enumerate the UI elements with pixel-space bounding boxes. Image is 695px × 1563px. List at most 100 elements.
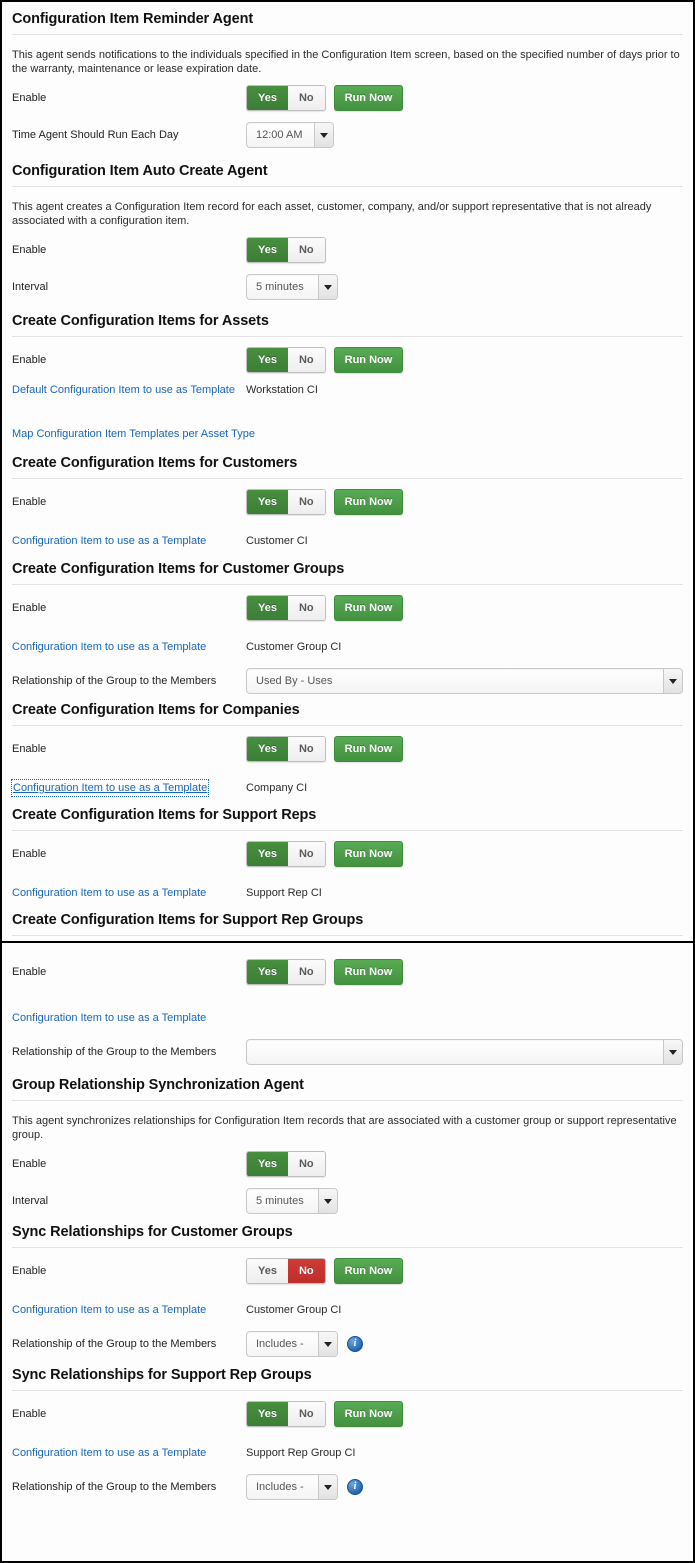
row-enable: Enable Yes No Run Now — [12, 726, 683, 772]
toggle-yes[interactable]: Yes — [247, 1152, 288, 1176]
run-now-button[interactable]: Run Now — [333, 1401, 404, 1427]
section-group-relationship-sync-agent: Group Relationship Synchronization Agent… — [2, 1070, 693, 1220]
ci-template-link[interactable]: Configuration Item to use as a Template — [12, 640, 246, 654]
toggle-yes[interactable]: Yes — [247, 1259, 288, 1283]
row-enable: Enable Yes No — [12, 232, 683, 268]
relationship-select[interactable]: Includes - — [246, 1474, 338, 1500]
relationship-label: Relationship of the Group to the Members — [12, 1338, 217, 1350]
info-icon[interactable]: i — [347, 1336, 363, 1352]
toggle-no[interactable]: No — [287, 348, 325, 372]
interval-select[interactable]: 5 minutes — [246, 274, 338, 300]
enable-toggle[interactable]: Yes No — [246, 841, 326, 867]
enable-toggle[interactable]: Yes No — [246, 1151, 326, 1177]
row-enable: Enable Yes No Run Now — [12, 831, 683, 877]
chevron-down-icon[interactable] — [318, 1475, 337, 1499]
enable-toggle[interactable]: Yes No — [246, 1401, 326, 1427]
row-enable: Enable Yes No Run Now — [12, 80, 683, 116]
enable-label: Enable — [12, 848, 47, 860]
toggle-no[interactable]: No — [287, 238, 325, 262]
toggle-no[interactable]: No — [287, 86, 325, 110]
toggle-yes[interactable]: Yes — [247, 1402, 288, 1426]
section-create-ci-customer-groups: Create Configuration Items for Customer … — [2, 557, 693, 699]
toggle-yes[interactable]: Yes — [247, 490, 288, 514]
toggle-no[interactable]: No — [287, 960, 325, 984]
toggle-yes[interactable]: Yes — [247, 842, 288, 866]
run-now-button[interactable]: Run Now — [333, 347, 404, 373]
enable-toggle[interactable]: Yes No — [246, 595, 326, 621]
toggle-yes[interactable]: Yes — [247, 960, 288, 984]
toggle-yes[interactable]: Yes — [247, 737, 288, 761]
toggle-yes[interactable]: Yes — [247, 86, 288, 110]
ci-template-link[interactable]: Configuration Item to use as a Template — [12, 1303, 246, 1317]
run-now-button[interactable]: Run Now — [333, 959, 404, 985]
enable-toggle[interactable]: Yes No — [246, 347, 326, 373]
toggle-no[interactable]: No — [287, 1402, 325, 1426]
relationship-value: Used By - Uses — [256, 675, 333, 687]
info-icon[interactable]: i — [347, 1479, 363, 1495]
toggle-yes[interactable]: Yes — [247, 596, 288, 620]
chevron-down-icon[interactable] — [318, 1189, 337, 1213]
enable-control-group: Yes No — [246, 237, 326, 263]
ci-template-link[interactable]: Configuration Item to use as a Template — [12, 886, 246, 900]
enable-toggle[interactable]: Yes No — [246, 489, 326, 515]
interval-select[interactable]: 5 minutes — [246, 1188, 338, 1214]
page-title: Configuration Item Reminder Agent — [12, 11, 254, 27]
time-agent-select[interactable]: 12:00 AM — [246, 122, 334, 148]
ci-template-link-cell: Configuration Item to use as a Template — [10, 779, 246, 797]
enable-label: Enable — [12, 92, 47, 104]
chevron-down-icon[interactable] — [663, 1040, 682, 1064]
toggle-no[interactable]: No — [287, 1152, 325, 1176]
row-enable: Enable Yes No Run Now — [12, 337, 683, 383]
run-now-button[interactable]: Run Now — [333, 841, 404, 867]
ci-template-link[interactable]: Configuration Item to use as a Template — [10, 779, 210, 797]
toggle-no[interactable]: No — [287, 737, 325, 761]
ci-template-link[interactable]: Configuration Item to use as a Template — [12, 1011, 246, 1025]
toggle-yes[interactable]: Yes — [247, 238, 288, 262]
enable-toggle[interactable]: Yes No — [246, 237, 326, 263]
interval-label: Interval — [12, 1195, 49, 1207]
enable-toggle[interactable]: Yes No — [246, 1258, 326, 1284]
toggle-no[interactable]: No — [287, 490, 325, 514]
run-now-button[interactable]: Run Now — [333, 736, 404, 762]
chevron-down-icon[interactable] — [663, 669, 682, 693]
enable-toggle[interactable]: Yes No — [246, 736, 326, 762]
enable-toggle[interactable]: Yes No — [246, 959, 326, 985]
enable-label: Enable — [12, 354, 47, 366]
run-now-button[interactable]: Run Now — [333, 595, 404, 621]
interval-label: Interval — [12, 281, 49, 293]
row-relationship: Relationship of the Group to the Members… — [12, 1326, 683, 1362]
enable-control-group: Yes No Run Now — [246, 85, 404, 111]
run-now-button[interactable]: Run Now — [333, 85, 404, 111]
relationship-select[interactable]: Used By - Uses — [246, 668, 683, 694]
map-ci-templates-link[interactable]: Map Configuration Item Templates per Ass… — [12, 427, 255, 441]
enable-toggle[interactable]: Yes No — [246, 85, 326, 111]
ci-template-value: Company CI — [246, 782, 308, 794]
section-title: Create Configuration Items for Assets — [12, 313, 269, 329]
toggle-no[interactable]: No — [287, 596, 325, 620]
chevron-down-icon[interactable] — [318, 1332, 337, 1356]
section-create-ci-support-rep-groups-body: Enable Yes No Run Now Configuration Item… — [2, 943, 693, 1070]
chevron-down-icon[interactable] — [318, 275, 337, 299]
enable-label: Enable — [12, 244, 47, 256]
toggle-yes[interactable]: Yes — [247, 348, 288, 372]
ci-template-link[interactable]: Configuration Item to use as a Template — [12, 534, 246, 548]
row-relationship: Relationship of the Group to the Members… — [12, 663, 683, 699]
relationship-select[interactable]: Includes - — [246, 1331, 338, 1357]
run-now-button[interactable]: Run Now — [333, 1258, 404, 1284]
relationship-select[interactable] — [246, 1039, 683, 1065]
enable-control-group: Yes No Run Now — [246, 841, 404, 867]
enable-control-group: Yes No Run Now — [246, 736, 404, 762]
interval-value: 5 minutes — [256, 281, 304, 293]
section-title: Create Configuration Items for Customers — [12, 455, 298, 471]
default-ci-template-link[interactable]: Default Configuration Item to use as Tem… — [12, 383, 246, 397]
ci-template-link[interactable]: Configuration Item to use as a Template — [12, 1446, 246, 1460]
section-title: Sync Relationships for Customer Groups — [12, 1224, 293, 1240]
chevron-down-icon[interactable] — [314, 123, 333, 147]
section-create-ci-customers: Create Configuration Items for Customers… — [2, 453, 693, 557]
toggle-no[interactable]: No — [287, 1259, 325, 1283]
row-relationship: Relationship of the Group to the Members — [12, 1034, 683, 1070]
section-title: Sync Relationships for Support Rep Group… — [12, 1367, 312, 1383]
run-now-button[interactable]: Run Now — [333, 489, 404, 515]
relationship-label: Relationship of the Group to the Members — [12, 675, 217, 687]
toggle-no[interactable]: No — [287, 842, 325, 866]
